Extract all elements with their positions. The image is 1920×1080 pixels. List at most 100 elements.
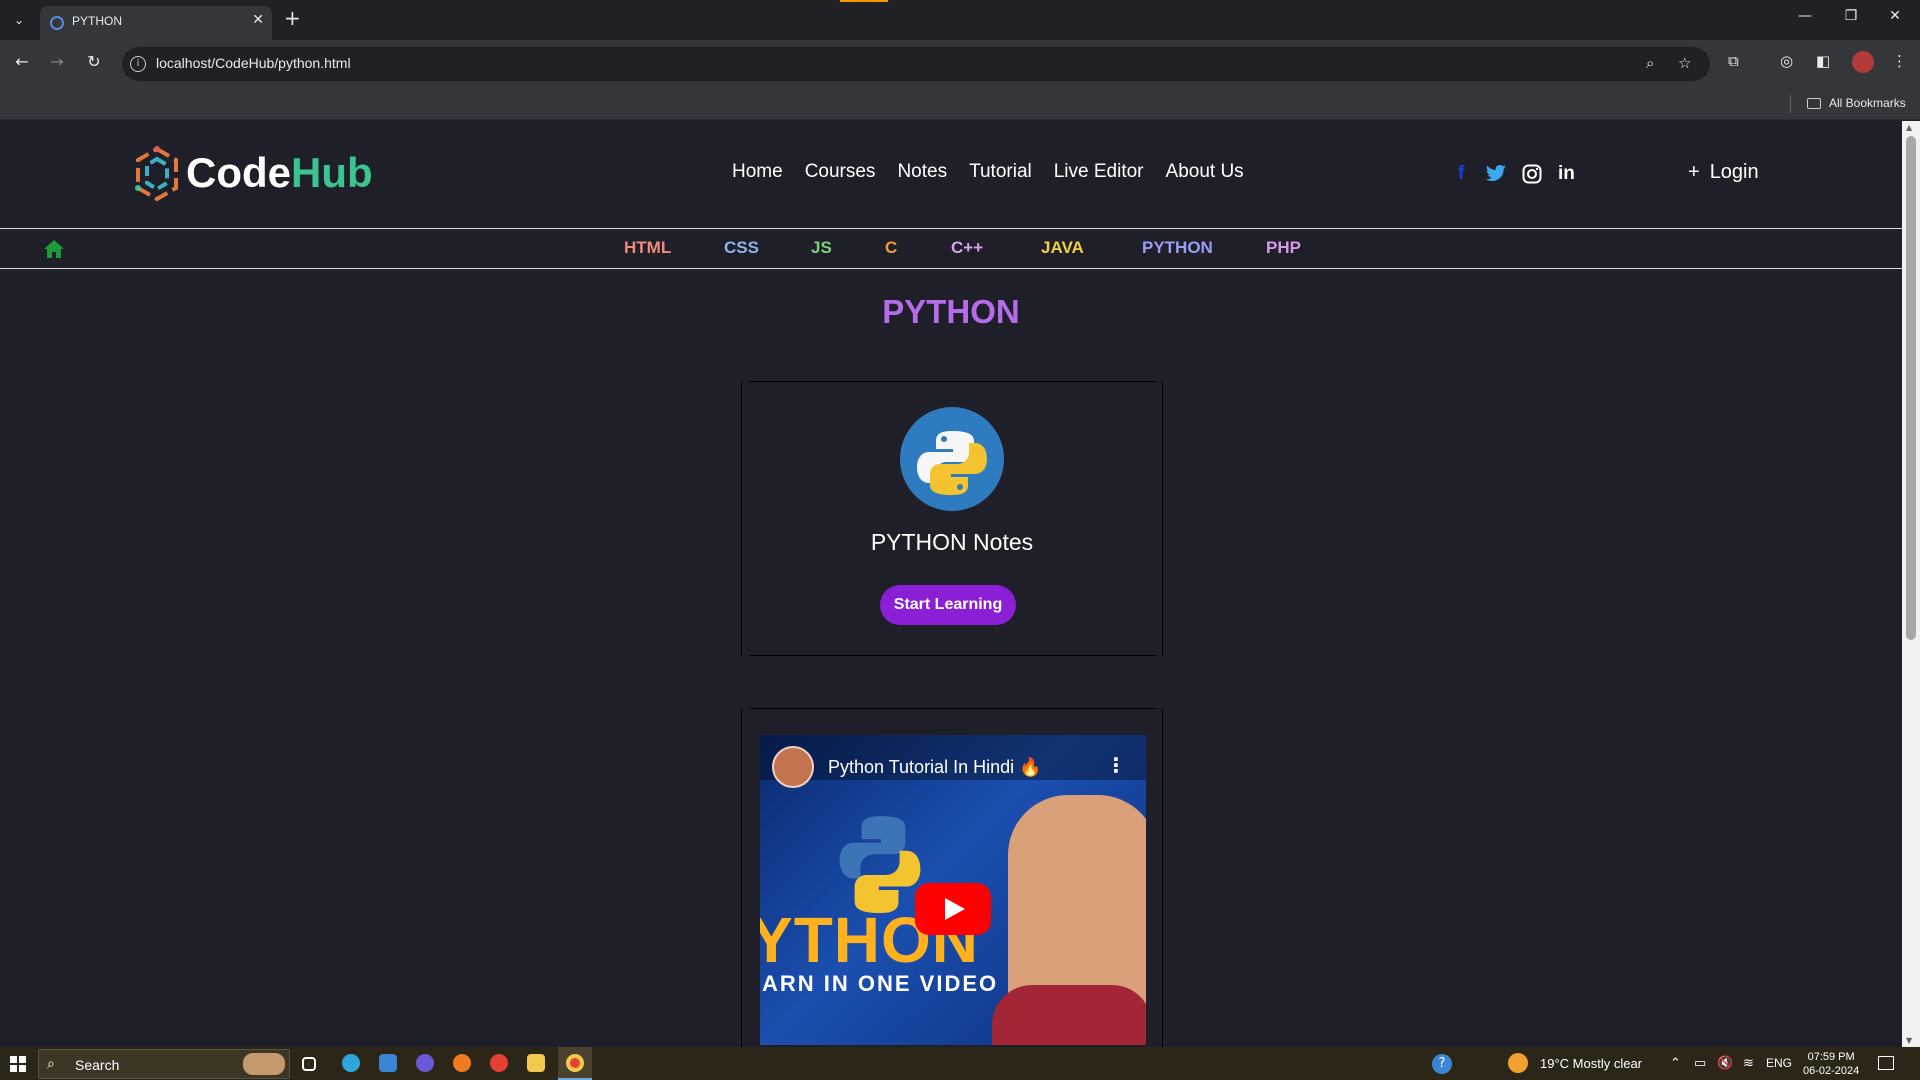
file-explorer-icon[interactable]	[527, 1054, 545, 1072]
new-tab-button[interactable]: +	[284, 6, 301, 30]
volume-muted-icon[interactable]: 🔇	[1717, 1055, 1733, 1071]
video-title[interactable]: Python Tutorial In Hindi 🔥	[828, 757, 1042, 778]
profile-avatar[interactable]	[1852, 51, 1874, 73]
favicon-icon	[50, 16, 64, 30]
lang-php[interactable]: PHP	[1266, 238, 1301, 258]
channel-avatar[interactable]	[772, 746, 814, 788]
card-title: PYTHON Notes	[870, 529, 1034, 555]
tab-list-button[interactable]: ⌄	[7, 9, 31, 31]
python-snake-icon	[917, 431, 987, 495]
tab-strip: ⌄ PYTHON ✕ + — ❐ ✕	[0, 0, 1920, 40]
media-icon[interactable]: ◎	[1780, 52, 1793, 70]
windows-start-icon[interactable]	[10, 1056, 26, 1072]
lang-css[interactable]: CSS	[724, 238, 759, 258]
minimize-button[interactable]: —	[1790, 8, 1820, 24]
card-top-border	[750, 381, 1156, 382]
browser-toolbar: ← → ↻ i localhost/CodeHub/python.html ⌕ …	[0, 40, 1920, 87]
close-window-button[interactable]: ✕	[1880, 8, 1910, 24]
lang-html[interactable]: HTML	[624, 238, 671, 258]
tray-chevron-icon[interactable]: ⌃	[1670, 1055, 1681, 1071]
scroll-down-arrow-icon[interactable]: ▼	[1906, 1036, 1912, 1045]
zoom-icon[interactable]: ⌕	[1646, 54, 1654, 72]
restore-button[interactable]: ❐	[1836, 8, 1866, 24]
nav-about-us[interactable]: About Us	[1166, 161, 1244, 183]
twitter-icon[interactable]	[1485, 165, 1507, 183]
login-button[interactable]: + Login	[1688, 161, 1759, 184]
taskbar-search[interactable]: ⌕ Search	[38, 1049, 290, 1079]
lang-java[interactable]: JAVA	[1041, 238, 1084, 258]
page-scrollbar[interactable]: ▲ ▼	[1902, 121, 1920, 1047]
scroll-up-arrow-icon[interactable]: ▲	[1906, 123, 1912, 132]
codehub-logo-icon[interactable]	[134, 146, 180, 202]
notes-card: PYTHON Notes Start Learning	[741, 381, 1163, 656]
play-button-icon[interactable]	[915, 883, 991, 935]
address-bar[interactable]: i localhost/CodeHub/python.html ⌕ ☆	[122, 47, 1710, 81]
video-card-top-border	[750, 708, 1156, 709]
lang-python[interactable]: PYTHON	[1142, 238, 1213, 258]
help-icon[interactable]: ?	[1432, 1054, 1452, 1074]
nav-courses[interactable]: Courses	[805, 161, 876, 183]
lang-c[interactable]: C	[885, 238, 897, 258]
close-tab-icon[interactable]: ✕	[252, 12, 264, 28]
site-info-icon[interactable]: i	[130, 56, 146, 72]
start-learning-button[interactable]: Start Learning	[880, 585, 1016, 625]
facebook-icon[interactable]: f	[1458, 163, 1464, 185]
side-panel-icon[interactable]: ◧	[1816, 52, 1830, 70]
chrome-active-app[interactable]	[558, 1047, 592, 1080]
login-label: Login	[1709, 161, 1759, 183]
card-bottom-border	[750, 655, 1156, 656]
weather-icon[interactable]	[1508, 1053, 1528, 1073]
firefox-icon[interactable]	[453, 1054, 471, 1072]
reload-icon[interactable]: ↻	[82, 52, 106, 71]
input-language[interactable]: ENG	[1766, 1056, 1792, 1070]
more-options-icon[interactable]: ⋮	[1106, 753, 1126, 777]
nav-notes[interactable]: Notes	[897, 161, 947, 183]
forward-icon[interactable]: →	[45, 52, 69, 71]
search-highlight-icon	[243, 1053, 285, 1075]
url-text[interactable]: localhost/CodeHub/python.html	[156, 55, 351, 71]
logo-hub-text: Hub	[291, 149, 373, 196]
home-icon[interactable]	[44, 240, 64, 258]
battery-icon[interactable]: ▭	[1694, 1055, 1706, 1071]
linkedin-icon[interactable]: in	[1558, 163, 1575, 185]
youtube-embed[interactable]: YTHON ARN IN ONE VIDEO Python Tutorial I…	[760, 735, 1146, 1045]
thumbnail-shirt	[992, 985, 1146, 1045]
windows-taskbar: ⌕ Search ? 19°C Mostly clear ⌃ ▭ 🔇 ≋ ENG…	[0, 1047, 1920, 1080]
instagram-icon[interactable]	[1522, 164, 1542, 184]
python-logo-icon	[900, 407, 1004, 511]
wifi-icon[interactable]: ≋	[1743, 1055, 1754, 1071]
nav-live-editor[interactable]: Live Editor	[1054, 161, 1144, 183]
mail-icon[interactable]	[379, 1054, 397, 1072]
plus-icon: +	[1688, 161, 1700, 183]
clock-time: 07:59 PM	[1807, 1051, 1855, 1063]
nav-home[interactable]: Home	[732, 161, 783, 183]
clock-date: 06-02-2024	[1803, 1065, 1860, 1077]
extensions-icon[interactable]: ⧉	[1728, 52, 1739, 70]
task-view-icon[interactable]	[302, 1057, 316, 1071]
media-player-icon[interactable]	[416, 1054, 434, 1072]
lang-js[interactable]: JS	[811, 238, 832, 258]
scroll-thumb[interactable]	[1906, 136, 1916, 640]
page-content: CodeHub Home Courses Notes Tutorial Live…	[0, 121, 1902, 1047]
tab-python[interactable]: PYTHON ✕	[40, 6, 272, 40]
lang-cpp[interactable]: C++	[951, 238, 983, 258]
all-bookmarks-link[interactable]: All Bookmarks	[1829, 96, 1906, 110]
weather-text[interactable]: 19°C Mostly clear	[1540, 1056, 1642, 1071]
search-icon: ⌕	[47, 1056, 55, 1072]
chrome-icon[interactable]	[490, 1054, 508, 1072]
chrome-active-icon	[566, 1054, 584, 1072]
bookmark-star-icon[interactable]: ☆	[1678, 54, 1691, 72]
bookmarks-separator	[1790, 95, 1791, 113]
menu-kebab-icon[interactable]: ⋮	[1892, 52, 1907, 70]
video-card: YTHON ARN IN ONE VIDEO Python Tutorial I…	[741, 708, 1163, 1047]
notifications-icon[interactable]	[1878, 1056, 1894, 1070]
site-header: CodeHub Home Courses Notes Tutorial Live…	[0, 121, 1902, 229]
taskbar-clock[interactable]: 07:59 PM 06-02-2024	[1803, 1050, 1859, 1078]
nav-tutorial[interactable]: Tutorial	[969, 161, 1032, 183]
back-icon[interactable]: ←	[10, 52, 34, 71]
page-title: PYTHON	[882, 293, 1020, 330]
search-placeholder: Search	[75, 1057, 120, 1073]
edge-icon[interactable]	[342, 1054, 360, 1072]
thumbnail-sub-text: ARN IN ONE VIDEO	[762, 971, 999, 996]
site-logo-text[interactable]: CodeHub	[186, 149, 373, 197]
